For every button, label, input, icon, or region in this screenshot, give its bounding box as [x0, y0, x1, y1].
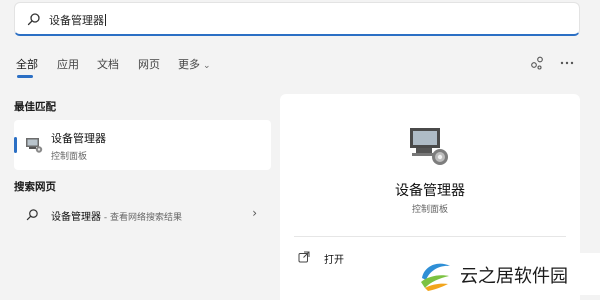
best-match-result[interactable]: 设备管理器 控制面板	[14, 120, 271, 170]
web-search-result[interactable]: 设备管理器 - 查看网络搜索结果 ›	[14, 203, 271, 227]
watermark-text: 云之居软件园	[460, 266, 568, 287]
search-icon	[27, 13, 40, 26]
web-search-suffix: - 查看网络搜索结果	[101, 213, 182, 223]
more-icon	[560, 61, 574, 65]
search-query-text: 设备管理器	[49, 14, 104, 27]
search-box[interactable]: 设备管理器	[14, 2, 580, 36]
chevron-right-icon[interactable]: ›	[252, 206, 257, 220]
web-search-query: 设备管理器	[51, 212, 101, 223]
device-manager-icon	[410, 128, 448, 165]
search-input[interactable]: 设备管理器	[49, 12, 106, 28]
detail-title: 设备管理器	[395, 183, 465, 199]
device-manager-icon	[26, 138, 43, 153]
divider	[294, 236, 566, 237]
best-match-subtitle: 控制面板	[51, 152, 88, 162]
open-action-label: 打开	[324, 255, 344, 266]
tab-more-label: 更多	[178, 58, 200, 71]
web-search-text: 设备管理器 - 查看网络搜索结果	[51, 208, 182, 223]
web-search-heading: 搜索网页	[14, 181, 56, 193]
tab-apps[interactable]: 应用	[57, 56, 79, 72]
text-caret	[105, 14, 106, 26]
search-icon	[26, 209, 38, 221]
best-match-heading: 最佳匹配	[14, 101, 56, 113]
tab-web[interactable]: 网页	[138, 56, 160, 72]
best-match-title: 设备管理器	[51, 132, 106, 145]
tab-all[interactable]: 全部	[16, 56, 38, 72]
tab-documents[interactable]: 文档	[97, 56, 119, 72]
open-icon	[298, 251, 310, 263]
detail-subtitle: 控制面板	[411, 205, 448, 215]
tab-more[interactable]: 更多 ⌄	[178, 56, 211, 72]
chevron-down-icon: ⌄	[203, 61, 211, 71]
selection-indicator	[14, 137, 17, 153]
active-tab-indicator	[17, 75, 33, 78]
watermark: 云之居软件园	[408, 253, 600, 295]
share-button[interactable]	[530, 56, 544, 70]
watermark-logo	[421, 263, 450, 291]
more-options-button[interactable]	[560, 58, 574, 68]
share-icon	[531, 56, 543, 70]
